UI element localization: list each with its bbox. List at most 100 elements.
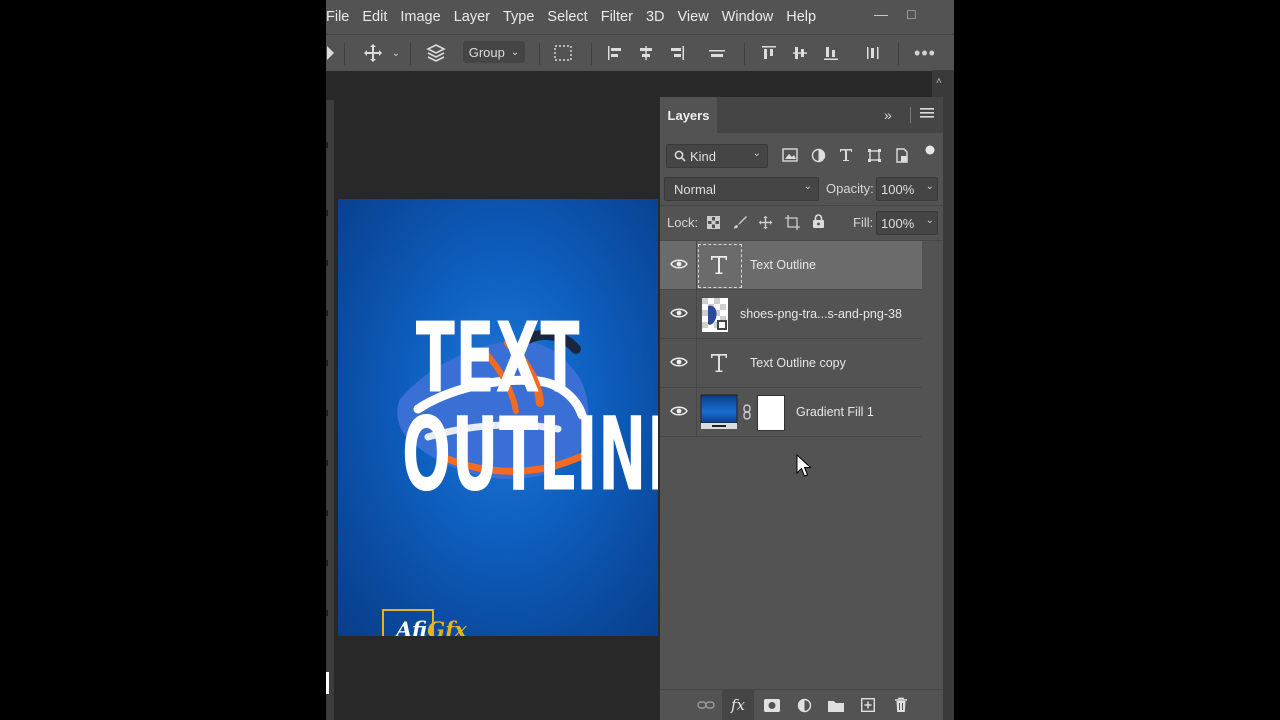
lock-image-pixels-icon[interactable] xyxy=(732,214,748,230)
fill-label: Fill: xyxy=(853,215,874,230)
distribute-vertical-icon[interactable] xyxy=(862,35,884,71)
layers-panel: Layers » Kind ⌄ Normal ⌄ Opacity: 100% ⌄… xyxy=(659,97,943,720)
shape-layer-filter-icon[interactable] xyxy=(865,146,883,164)
align-left-icon[interactable] xyxy=(604,35,626,71)
chevron-down-icon: ⌄ xyxy=(925,181,934,192)
new-layer-icon[interactable] xyxy=(858,696,878,714)
ruler-tick xyxy=(326,610,328,616)
menu-type[interactable]: Type xyxy=(503,9,534,25)
layer-row-shoes-png[interactable]: shoes-png-tra...s-and-png-38 xyxy=(660,290,922,339)
document-canvas[interactable]: TEXT OUTLINE AfiGfx xyxy=(338,199,658,636)
link-layers-icon[interactable] xyxy=(696,696,716,714)
collapse-panel-icon[interactable]: » xyxy=(884,107,892,123)
more-options-icon[interactable]: ••• xyxy=(912,35,938,71)
left-toolbar-edge xyxy=(326,100,334,720)
chevron-up-icon[interactable]: ˄ xyxy=(936,76,942,87)
chevron-down-icon: ⌄ xyxy=(510,46,520,58)
type-layer-icon xyxy=(711,354,727,372)
align-right-icon[interactable] xyxy=(666,35,688,71)
filter-kind-value: Kind xyxy=(690,148,717,164)
ruler-tick xyxy=(326,360,328,366)
layer-row-text-outline[interactable]: Text Outline xyxy=(660,241,922,290)
add-mask-icon[interactable] xyxy=(762,696,782,714)
opacity-label: Opacity: xyxy=(826,181,874,196)
layer-name: Text Outline copy xyxy=(750,356,846,370)
menu-file[interactable]: File xyxy=(326,9,349,25)
delete-layer-trash-icon[interactable] xyxy=(891,695,911,715)
maximize-icon[interactable]: □ xyxy=(907,6,915,22)
align-center-icon[interactable] xyxy=(635,35,657,71)
divider xyxy=(744,43,745,65)
lock-artboard-icon[interactable] xyxy=(784,214,800,230)
divider xyxy=(344,43,345,65)
ruler-tick xyxy=(326,460,328,466)
align-top-icon[interactable] xyxy=(758,35,780,71)
menu-image[interactable]: Image xyxy=(400,9,440,25)
divider xyxy=(660,205,943,206)
filter-kind-dropdown[interactable]: Kind ⌄ xyxy=(666,144,768,168)
filter-toggle-icon[interactable] xyxy=(924,144,936,156)
pixel-layer-filter-icon[interactable] xyxy=(781,146,799,164)
auto-select-layers-icon[interactable] xyxy=(422,35,450,71)
menu-3d[interactable]: 3D xyxy=(646,9,665,25)
layer-row-text-outline-copy[interactable]: Text Outline copy xyxy=(660,339,922,388)
art-text-line-2: OUTLINE xyxy=(402,395,658,514)
menu-edit[interactable]: Edit xyxy=(362,9,387,25)
align-middle-icon[interactable] xyxy=(789,35,811,71)
chevron-down-icon: ⌄ xyxy=(925,215,934,226)
transform-controls-icon[interactable] xyxy=(550,35,576,71)
divider xyxy=(910,107,911,123)
link-chain-icon[interactable] xyxy=(742,404,752,420)
chevron-down-icon: ⌄ xyxy=(803,181,812,192)
ruler-tick xyxy=(326,310,328,316)
layers-panel-footer: fx xyxy=(660,689,943,720)
logo-text-part-1: Afi xyxy=(396,617,428,636)
lock-label: Lock: xyxy=(667,215,699,230)
layer-style-fx-icon[interactable]: fx xyxy=(726,695,750,715)
panel-menu-icon[interactable] xyxy=(920,107,934,119)
type-layer-filter-icon[interactable] xyxy=(837,146,855,164)
lock-position-icon[interactable] xyxy=(757,214,773,230)
tool-preset-icon[interactable] xyxy=(326,35,336,71)
gradient-fill-thumbnail-icon xyxy=(700,394,738,429)
adjustment-layer-filter-icon[interactable] xyxy=(809,146,827,164)
layer-name: Gradient Fill 1 xyxy=(796,405,874,419)
blend-mode-dropdown[interactable]: Normal ⌄ xyxy=(664,177,819,201)
menu-window[interactable]: Window xyxy=(722,9,774,25)
ruler-tick xyxy=(326,560,328,566)
ruler-tick xyxy=(326,260,328,266)
chevron-down-icon[interactable]: ⌄ xyxy=(390,35,402,71)
fill-field[interactable]: 100% ⌄ xyxy=(876,211,938,235)
chevron-down-icon: ⌄ xyxy=(752,148,761,159)
lock-all-icon[interactable] xyxy=(810,213,826,229)
new-adjustment-layer-icon[interactable] xyxy=(794,696,814,714)
minimize-icon[interactable]: — xyxy=(874,6,888,22)
layer-mask-thumbnail[interactable] xyxy=(757,395,785,431)
ruler-tick xyxy=(326,510,328,516)
menu-help[interactable]: Help xyxy=(786,9,816,25)
auto-select-target-dropdown[interactable]: Group ⌄ xyxy=(463,41,525,63)
menu-layer[interactable]: Layer xyxy=(454,9,490,25)
menu-filter[interactable]: Filter xyxy=(601,9,633,25)
lock-transparent-pixels-icon[interactable] xyxy=(705,214,721,230)
divider xyxy=(539,43,540,65)
distribute-horizontal-icon[interactable] xyxy=(706,35,728,71)
tab-layers[interactable]: Layers xyxy=(660,97,717,133)
blend-mode-value: Normal xyxy=(674,181,716,197)
menu-select[interactable]: Select xyxy=(547,9,587,25)
auto-select-target-value: Group xyxy=(468,44,505,60)
opacity-value: 100% xyxy=(881,181,915,197)
new-group-folder-icon[interactable] xyxy=(826,696,846,714)
smart-object-filter-icon[interactable] xyxy=(893,146,911,164)
divider xyxy=(410,43,411,65)
visibility-column-divider xyxy=(660,241,697,437)
ruler-tick xyxy=(326,210,328,216)
menu-view[interactable]: View xyxy=(678,9,709,25)
logo: AfiGfx xyxy=(396,617,467,636)
opacity-field[interactable]: 100% ⌄ xyxy=(876,177,938,201)
options-bar: ⌄ Group ⌄ ••• xyxy=(326,34,954,71)
layer-row-gradient-fill[interactable]: Gradient Fill 1 xyxy=(660,388,922,437)
align-bottom-icon[interactable] xyxy=(820,35,842,71)
move-tool-icon[interactable] xyxy=(358,35,388,71)
scroll-marker xyxy=(326,672,329,694)
